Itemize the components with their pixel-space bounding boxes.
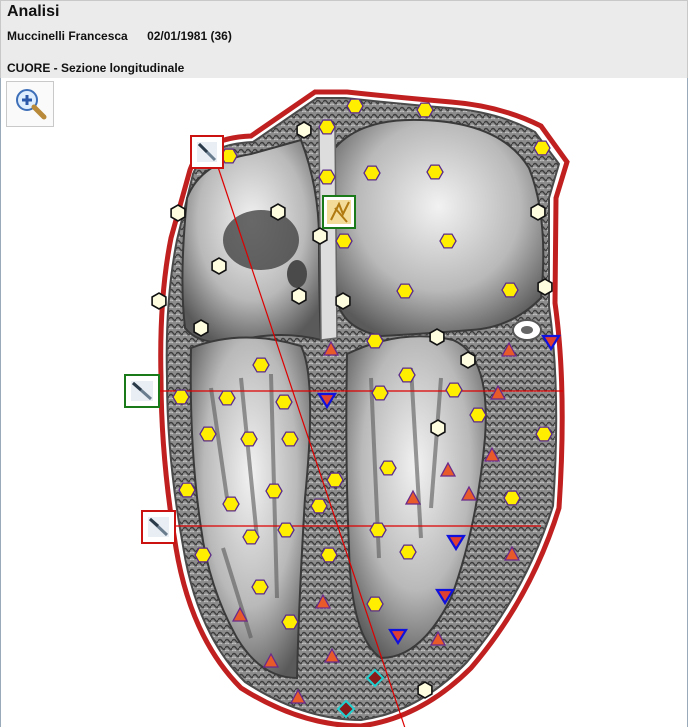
hexagon-marker-white[interactable]	[151, 292, 167, 310]
hexagon-marker[interactable]	[281, 431, 299, 447]
hexagon-marker[interactable]	[396, 283, 414, 299]
hexagon-marker[interactable]	[275, 394, 293, 410]
hexagon-marker-white[interactable]	[211, 257, 227, 275]
section-title: CUORE - Sezione longitudinale	[7, 61, 185, 75]
hexagon-marker-white[interactable]	[193, 319, 209, 337]
hexagon-marker[interactable]	[469, 407, 487, 423]
hexagon-marker[interactable]	[281, 614, 299, 630]
hexagon-marker-white[interactable]	[312, 227, 328, 245]
hexagon-marker[interactable]	[363, 165, 381, 181]
probe-button-top[interactable]	[190, 135, 224, 169]
hexagon-marker[interactable]	[320, 547, 338, 563]
hexagon-marker[interactable]	[416, 102, 434, 118]
hexagon-marker[interactable]	[218, 390, 236, 406]
hexagon-marker-white[interactable]	[429, 328, 445, 346]
scalpel-icon	[197, 142, 217, 162]
hexagon-marker[interactable]	[252, 357, 270, 373]
hexagon-marker[interactable]	[199, 426, 217, 442]
hexagon-marker[interactable]	[318, 119, 336, 135]
scalpel-icon	[131, 381, 153, 401]
probe-button-bottom[interactable]	[141, 510, 176, 544]
hexagon-marker[interactable]	[379, 460, 397, 476]
hexagon-marker[interactable]	[265, 483, 283, 499]
hexagon-marker[interactable]	[172, 389, 190, 405]
hexagon-marker[interactable]	[310, 498, 328, 514]
hexagon-marker-white[interactable]	[460, 351, 476, 369]
patient-info: Muccinelli Francesca 02/01/1981 (36)	[7, 29, 232, 43]
hexagon-marker[interactable]	[335, 233, 353, 249]
hexagon-marker-white[interactable]	[291, 287, 307, 305]
hexagon-marker[interactable]	[533, 140, 551, 156]
hexagon-marker[interactable]	[535, 426, 553, 442]
probe-button-middle[interactable]	[124, 374, 160, 408]
hexagon-marker[interactable]	[398, 367, 416, 383]
hexagon-marker[interactable]	[366, 333, 384, 349]
tissue-sample-icon	[327, 200, 351, 224]
hexagon-marker[interactable]	[178, 482, 196, 498]
hexagon-marker-white[interactable]	[270, 203, 286, 221]
hexagon-marker-white[interactable]	[335, 292, 351, 310]
hexagon-marker[interactable]	[366, 596, 384, 612]
hexagon-marker[interactable]	[326, 472, 344, 488]
hexagon-marker[interactable]	[371, 385, 389, 401]
hexagon-marker-white[interactable]	[170, 204, 186, 222]
hexagon-marker-white[interactable]	[296, 121, 312, 139]
patient-dob: 02/01/1981 (36)	[147, 29, 232, 43]
heart-illustration	[124, 89, 570, 727]
window-title: Analisi	[7, 3, 60, 20]
hexagon-marker-white[interactable]	[530, 203, 546, 221]
right-atrium	[332, 118, 545, 338]
tissue-sample-button[interactable]	[322, 195, 356, 229]
hexagon-marker[interactable]	[194, 547, 212, 563]
hexagon-marker-white[interactable]	[417, 681, 433, 699]
hexagon-marker[interactable]	[318, 169, 336, 185]
hexagon-marker[interactable]	[346, 98, 364, 114]
hexagon-marker[interactable]	[426, 164, 444, 180]
hexagon-marker[interactable]	[439, 233, 457, 249]
hexagon-marker[interactable]	[501, 282, 519, 298]
heart-canvas[interactable]	[0, 78, 688, 727]
hexagon-marker[interactable]	[503, 490, 521, 506]
hexagon-marker[interactable]	[277, 522, 295, 538]
patient-name: Muccinelli Francesca	[7, 29, 128, 43]
hexagon-marker[interactable]	[369, 522, 387, 538]
window-header: Analisi Muccinelli Francesca 02/01/1981 …	[0, 0, 688, 79]
hexagon-marker-white[interactable]	[537, 278, 553, 296]
hexagon-marker[interactable]	[240, 431, 258, 447]
scalpel-icon	[148, 517, 169, 537]
hexagon-marker[interactable]	[445, 382, 463, 398]
hexagon-marker-white[interactable]	[430, 419, 446, 437]
hexagon-marker[interactable]	[222, 496, 240, 512]
hexagon-marker[interactable]	[242, 529, 260, 545]
hexagon-marker[interactable]	[251, 579, 269, 595]
hexagon-marker[interactable]	[399, 544, 417, 560]
